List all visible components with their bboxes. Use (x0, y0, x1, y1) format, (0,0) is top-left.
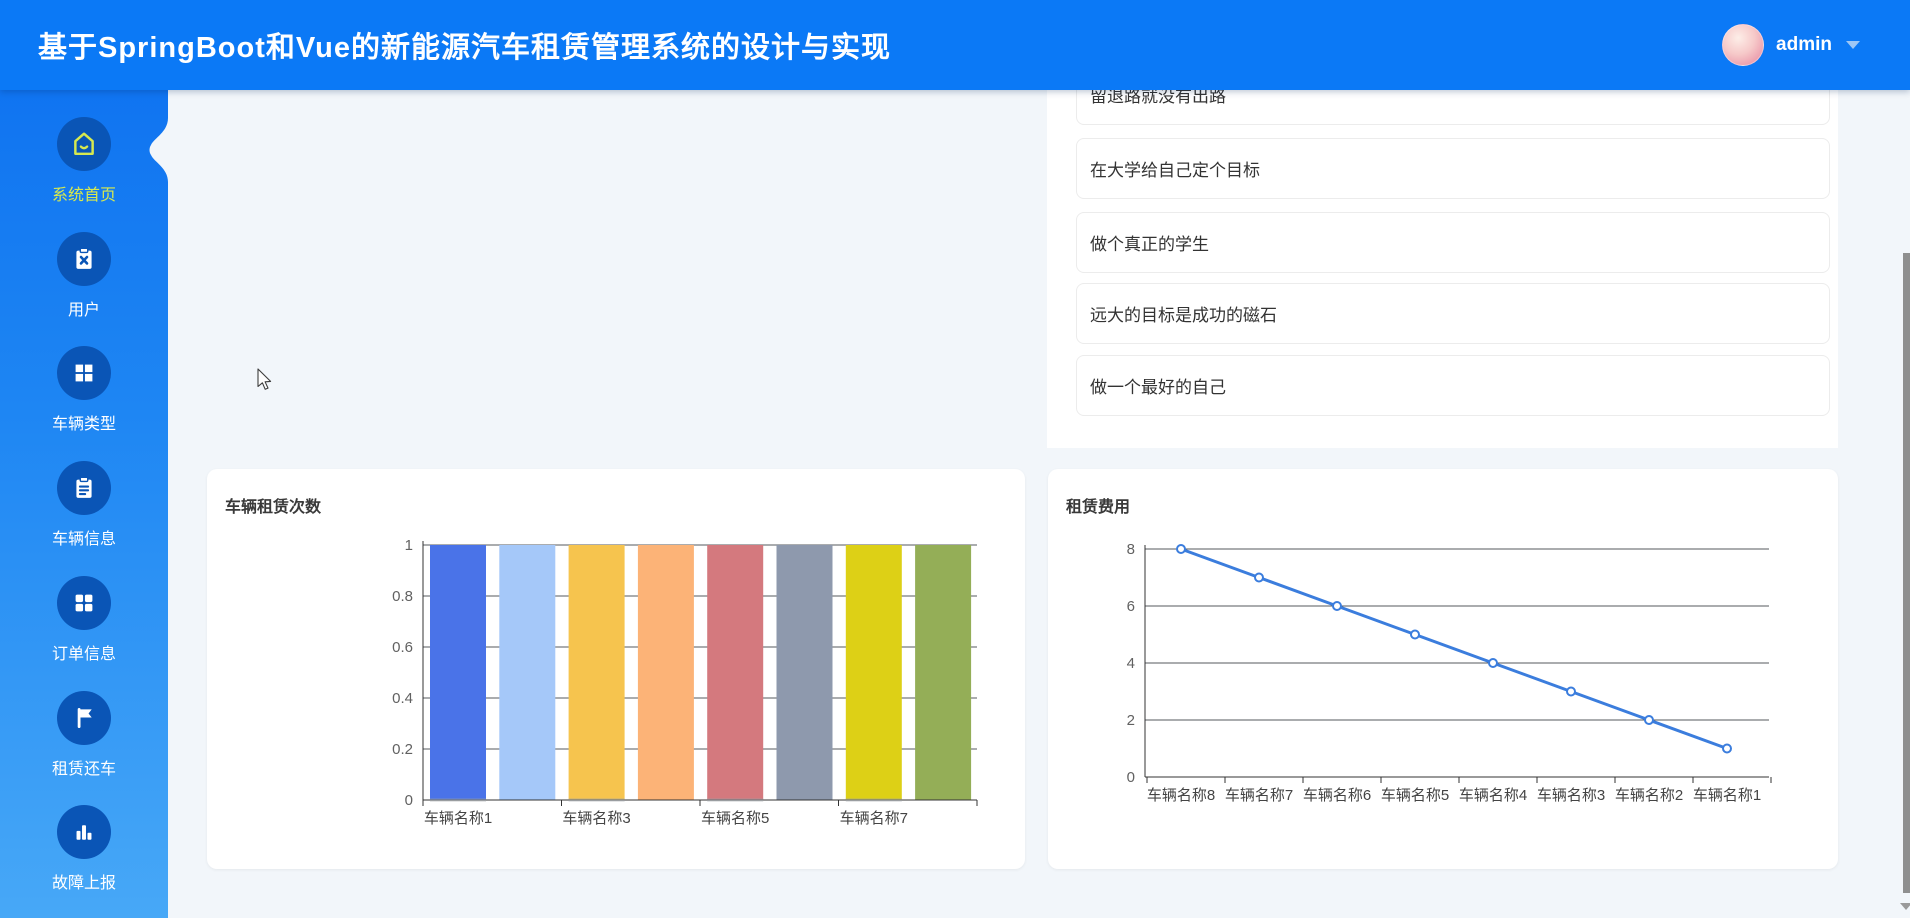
quote-text: 在大学给自己定个目标 (1090, 156, 1260, 181)
svg-text:车辆名称3: 车辆名称3 (1537, 787, 1605, 804)
svg-text:车辆名称5: 车辆名称5 (1381, 787, 1449, 804)
sidebar-item-7[interactable]: 故障上报 (0, 805, 168, 893)
scrollbar-down-arrow[interactable] (1900, 903, 1910, 910)
bar-chart-card: 车辆租赁次数 00.20.40.60.81车辆名称1车辆名称3车辆名称5车辆名称… (207, 469, 1025, 869)
svg-text:0.6: 0.6 (392, 639, 413, 656)
grid-icon (57, 346, 111, 400)
sidebar-item-3[interactable]: 车辆类型 (0, 346, 168, 434)
clipboard-x-icon (57, 232, 111, 286)
sidebar-item-1[interactable]: 系统首页 (0, 117, 168, 205)
quote-text: 远大的目标是成功的磁石 (1090, 301, 1277, 326)
svg-text:车辆名称6: 车辆名称6 (1303, 787, 1371, 804)
active-item-notch (148, 118, 168, 182)
sidebar-item-label: 订单信息 (52, 640, 116, 664)
clipboard-lines-icon (57, 461, 111, 515)
avatar[interactable] (1722, 24, 1764, 66)
user-menu[interactable]: admin (1722, 0, 1860, 90)
app-header: 基于SpringBoot和Vue的新能源汽车租赁管理系统的设计与实现 admin (0, 0, 1910, 90)
caret-down-icon (1846, 41, 1860, 49)
sidebar-item-label: 系统首页 (52, 181, 116, 205)
grid-rounded-icon (57, 576, 111, 630)
app-window: 基于SpringBoot和Vue的新能源汽车租赁管理系统的设计与实现 admin… (0, 0, 1910, 918)
svg-text:车辆名称2: 车辆名称2 (1615, 787, 1683, 804)
bar-chart-icon (57, 805, 111, 859)
sidebar-item-label: 车辆类型 (52, 410, 116, 434)
quote-text: 做一个最好的自己 (1090, 373, 1226, 398)
flag-icon (57, 691, 111, 745)
mouse-cursor (256, 368, 274, 392)
sidebar-item-label: 车辆信息 (52, 525, 116, 549)
line-chart: 0 2 4 6 8 车辆名称8 车辆名称7 车辆名称6 车辆名称5 车辆名称4 车辆名称3 车辆名称2… (1048, 469, 1838, 869)
svg-text:1: 1 (405, 537, 413, 554)
sidebar-item-label: 故障上报 (52, 869, 116, 893)
sidebar-item-label: 用户 (68, 296, 100, 320)
sidebar-item-6[interactable]: 租赁还车 (0, 691, 168, 779)
sidebar-item-4[interactable]: 车辆信息 (0, 461, 168, 549)
bar-chart: 0 0.2 0.4 0.6 0.8 1 车辆名称1 车辆名称3 车辆名称5 车辆名称7 (207, 469, 1025, 869)
svg-text:车辆名称1: 车辆名称1 (424, 810, 492, 827)
app-title: 基于SpringBoot和Vue的新能源汽车租赁管理系统的设计与实现 (38, 24, 891, 66)
svg-text:6: 6 (1127, 598, 1135, 615)
quote-list-item[interactable]: 做个真正的学生 (1076, 212, 1830, 273)
quote-text: 做个真正的学生 (1090, 230, 1209, 255)
sidebar: 系统首页用户车辆类型车辆信息订单信息租赁还车故障上报 (0, 0, 168, 918)
svg-text:车辆名称7: 车辆名称7 (1225, 787, 1293, 804)
svg-text:0.2: 0.2 (392, 741, 413, 758)
svg-text:车辆名称7: 车辆名称7 (840, 810, 908, 827)
svg-text:车辆名称8: 车辆名称8 (1147, 787, 1215, 804)
quote-list-item[interactable]: 远大的目标是成功的磁石 (1076, 283, 1830, 344)
svg-text:0.8: 0.8 (392, 588, 413, 605)
svg-text:0: 0 (1127, 769, 1135, 786)
sidebar-item-2[interactable]: 用户 (0, 232, 168, 320)
svg-text:8: 8 (1127, 541, 1135, 558)
home-icon (57, 117, 111, 171)
sidebar-item-label: 租赁还车 (52, 755, 116, 779)
sidebar-item-5[interactable]: 订单信息 (0, 576, 168, 664)
svg-text:0: 0 (405, 792, 413, 809)
quote-list-item[interactable]: 在大学给自己定个目标 (1076, 138, 1830, 199)
svg-text:4: 4 (1127, 655, 1135, 672)
vertical-scrollbar-thumb[interactable] (1903, 253, 1910, 893)
svg-text:0.4: 0.4 (392, 690, 413, 707)
svg-text:2: 2 (1127, 712, 1135, 729)
user-name: admin (1776, 34, 1832, 56)
svg-text:车辆名称5: 车辆名称5 (701, 810, 769, 827)
svg-text:车辆名称1: 车辆名称1 (1693, 787, 1761, 804)
quote-list-item[interactable]: 做一个最好的自己 (1076, 355, 1830, 416)
svg-text:车辆名称4: 车辆名称4 (1459, 787, 1527, 804)
line-chart-card: 租赁费用 02468车辆名称8车辆名称7车辆名称6车辆名称5车辆名称4车辆名称3… (1048, 469, 1838, 869)
svg-text:车辆名称3: 车辆名称3 (562, 810, 630, 827)
